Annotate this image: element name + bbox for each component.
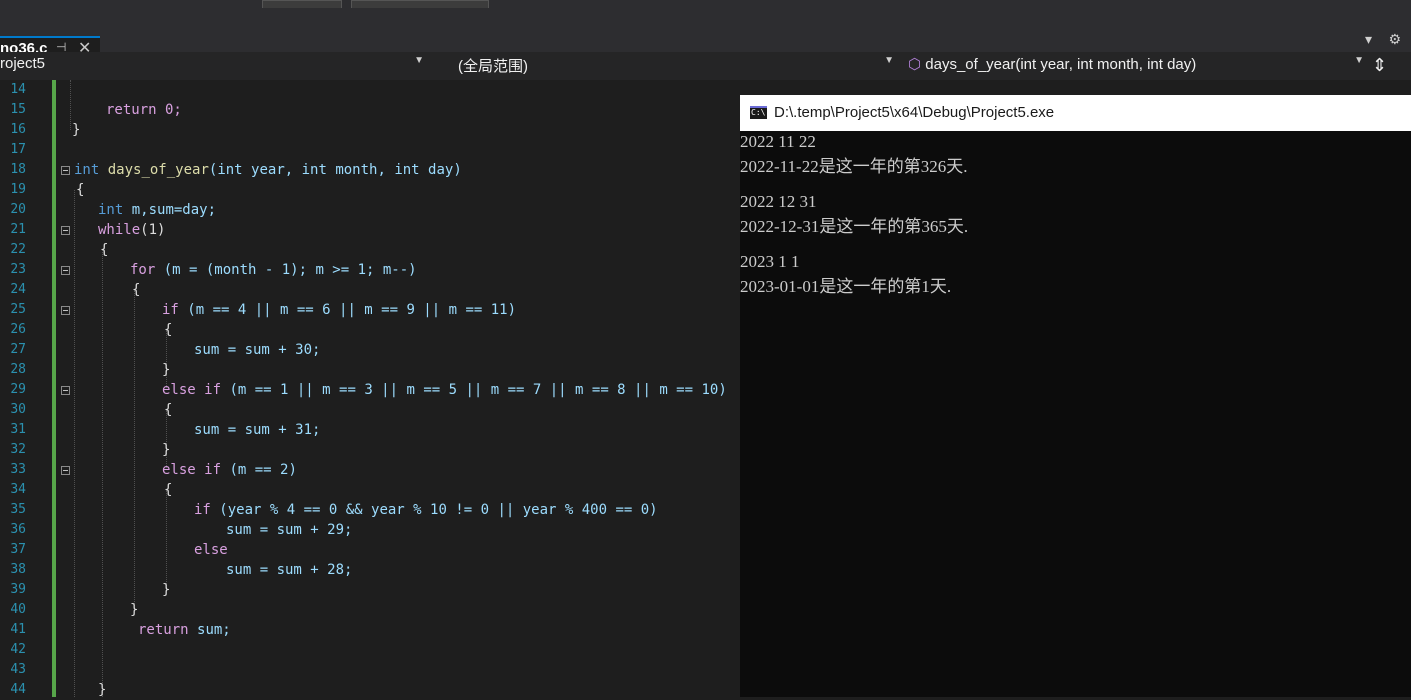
code-line-21: while(1) <box>98 222 166 238</box>
console-line: 2022-11-22是这一年的第326天. <box>740 157 968 176</box>
line-number: 33 <box>10 462 26 477</box>
code-line-30: { <box>164 402 173 418</box>
code-line-19: { <box>76 182 85 198</box>
line-number: 25 <box>10 302 26 317</box>
line-number: 44 <box>10 682 26 697</box>
line-number: 36 <box>10 522 26 537</box>
line-number: 32 <box>10 442 26 457</box>
document-tabstrip: no36.c ⊣ ✕ ▾ ⚙ <box>0 8 1411 60</box>
line-number: 41 <box>10 622 26 637</box>
code-line-44: } <box>98 682 107 698</box>
line-number: 14 <box>10 82 26 97</box>
line-number: 31 <box>10 422 26 437</box>
code-line-36: sum = sum + 29; <box>226 522 353 538</box>
line-number: 37 <box>10 542 26 557</box>
collapse-icon[interactable] <box>61 466 70 475</box>
line-number: 21 <box>10 222 26 237</box>
console-line: 2022-12-31是这一年的第365天. <box>740 217 969 236</box>
line-number: 15 <box>10 102 26 117</box>
chevron-down-icon: ▼ <box>414 55 424 66</box>
navigation-bar: roject5 ▼ (全局范围) ▼ ⬡ days_of_year(int ye… <box>0 52 1411 81</box>
line-number: 34 <box>10 482 26 497</box>
code-line-20: int m,sum=day; <box>98 202 217 218</box>
line-number-gutter: 14 15 16 17 18 19 20 21 22 23 24 25 26 27 28 29 30 31 32 33… <box>0 80 48 697</box>
collapse-icon[interactable] <box>61 306 70 315</box>
code-line-29: else if (m == 1 || m == 3 || m == 5 || m… <box>162 382 727 398</box>
toolbar <box>0 0 1411 9</box>
line-number: 30 <box>10 402 26 417</box>
code-line-18: int days_of_year(int year, int month, in… <box>74 162 462 178</box>
line-number: 39 <box>10 582 26 597</box>
console-line: 2022 11 22 <box>740 132 816 151</box>
line-number: 19 <box>10 182 26 197</box>
code-line-40: } <box>130 602 139 618</box>
scope-dropdown-label: (全局范围) <box>458 58 528 75</box>
cube-icon: ⬡ <box>908 56 922 73</box>
code-line-37: else <box>194 542 228 558</box>
line-number: 16 <box>10 122 26 137</box>
console-titlebar[interactable]: C:\ D:\.temp\Project5\x64\Debug\Project5… <box>740 95 1411 131</box>
line-number: 43 <box>10 662 26 677</box>
indent-guide <box>102 250 103 697</box>
collapse-icon[interactable] <box>61 166 70 175</box>
line-number: 28 <box>10 362 26 377</box>
code-line-33: else if (m == 2) <box>162 462 297 478</box>
split-window-icon[interactable]: ⇕ <box>1372 55 1390 77</box>
project-dropdown-label: roject5 <box>0 55 46 72</box>
indent-guide <box>74 190 75 697</box>
line-number: 22 <box>10 242 26 257</box>
line-number: 20 <box>10 202 26 217</box>
code-line-32: } <box>162 442 171 458</box>
code-line-16: } <box>72 122 81 138</box>
chevron-down-icon: ▼ <box>1354 55 1364 66</box>
code-line-28: } <box>162 362 171 378</box>
indent-guide <box>166 490 167 590</box>
code-line-24: { <box>132 282 141 298</box>
collapse-icon[interactable] <box>61 386 70 395</box>
line-number: 40 <box>10 602 26 617</box>
line-number: 42 <box>10 642 26 657</box>
line-number: 18 <box>10 162 26 177</box>
console-window[interactable]: C:\ D:\.temp\Project5\x64\Debug\Project5… <box>740 95 1411 697</box>
line-number: 23 <box>10 262 26 277</box>
indent-guide <box>134 290 135 610</box>
chevron-down-icon[interactable]: ▾ <box>1365 32 1372 48</box>
console-line: 2023 1 1 <box>740 252 800 271</box>
console-title: D:\.temp\Project5\x64\Debug\Project5.exe <box>774 104 1055 121</box>
console-icon: C:\ <box>750 106 767 119</box>
code-line-15: return 0; <box>106 102 182 118</box>
line-number: 27 <box>10 342 26 357</box>
line-number: 35 <box>10 502 26 517</box>
code-line-27: sum = sum + 30; <box>194 342 321 358</box>
scope-dropdown[interactable]: (全局范围) ▼ <box>458 55 898 77</box>
code-line-41: return sum; <box>138 622 231 638</box>
code-line-39: } <box>162 582 171 598</box>
chevron-down-icon: ▼ <box>884 55 894 66</box>
project-dropdown[interactable]: roject5 ▼ <box>0 55 428 77</box>
code-line-35: if (year % 4 == 0 && year % 10 != 0 || y… <box>194 502 658 518</box>
code-line-26: { <box>164 322 173 338</box>
change-tracking-bar <box>52 80 56 697</box>
code-line-34: { <box>164 482 173 498</box>
indent-guide <box>70 80 71 130</box>
console-line: 2023-01-01是这一年的第1天. <box>740 277 952 296</box>
code-line-22: { <box>100 242 109 258</box>
line-number: 24 <box>10 282 26 297</box>
function-dropdown-label: days_of_year(int year, int month, int da… <box>925 56 1197 73</box>
line-number: 26 <box>10 322 26 337</box>
function-dropdown[interactable]: ⬡ days_of_year(int year, int month, int … <box>908 55 1368 77</box>
code-line-25: if (m == 4 || m == 6 || m == 9 || m == 1… <box>162 302 517 318</box>
collapse-icon[interactable] <box>61 266 70 275</box>
tab-overflow-controls: ▾ ⚙ <box>1365 32 1401 48</box>
line-number: 17 <box>10 142 26 157</box>
code-line-31: sum = sum + 31; <box>194 422 321 438</box>
line-number: 29 <box>10 382 26 397</box>
code-line-38: sum = sum + 28; <box>226 562 353 578</box>
console-line: 2022 12 31 <box>740 192 817 211</box>
code-line-23: for (m = (month - 1); m >= 1; m--) <box>130 262 417 278</box>
gear-icon[interactable]: ⚙ <box>1388 32 1401 48</box>
collapse-icon[interactable] <box>61 226 70 235</box>
line-number: 38 <box>10 562 26 577</box>
